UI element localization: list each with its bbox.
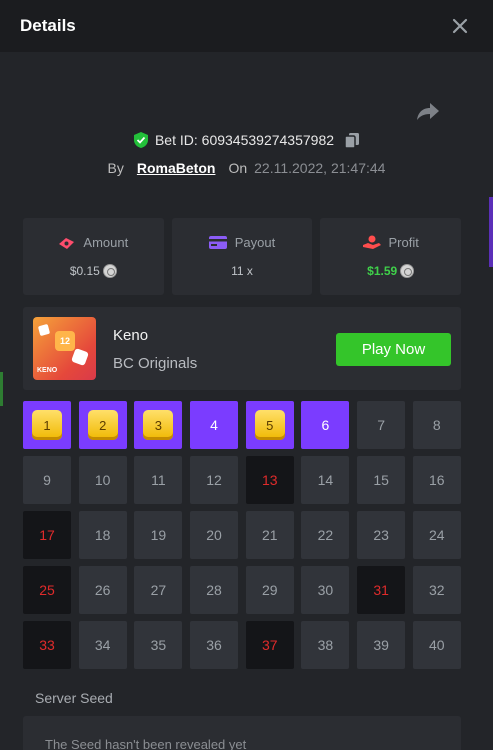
on-label: On <box>228 160 248 176</box>
game-name: Keno <box>113 327 149 344</box>
keno-cell[interactable]: 6 <box>301 401 350 449</box>
keno-cell[interactable]: 2 <box>78 401 127 449</box>
keno-cell[interactable]: 39 <box>357 621 406 669</box>
server-seed-label: Server Seed <box>35 690 113 706</box>
keno-cell[interactable]: 38 <box>301 621 350 669</box>
game-card: 12 KENO Keno BC Originals Play Now <box>23 307 461 390</box>
bet-date: 22.11.2022, 21:47:44 <box>254 160 386 176</box>
bet-stats: Amount $0.15 Payout 11 x Profit $1.59 <box>23 218 462 295</box>
bet-id: Bet ID: 60934539274357982 <box>154 132 335 148</box>
keno-board: 1 2 3 4 5 6 7 8 9 10 11 12 13 14 15 16 17 18 19 20 21 22 23 24 2… <box>23 401 461 669</box>
dice-icon-small <box>37 323 51 337</box>
keno-cell[interactable]: 33 <box>23 621 71 669</box>
card-icon <box>208 236 227 249</box>
keno-cell[interactable]: 19 <box>134 511 183 559</box>
stat-value: 11 x <box>231 264 253 278</box>
keno-cell[interactable]: 20 <box>190 511 239 559</box>
stat-value: $1.59 <box>367 264 398 278</box>
background-edge <box>0 372 3 406</box>
gem-icon: 2 <box>87 410 118 440</box>
keno-cell[interactable]: 23 <box>357 511 406 559</box>
thumb-label: KENO <box>37 367 58 374</box>
bet-meta-row: By RomaBeton On 22.11.2022, 21:47:44 <box>0 160 493 176</box>
modal-header: Details <box>0 0 493 52</box>
dice-icon: 12 <box>55 331 75 351</box>
keno-cell[interactable]: 14 <box>301 456 350 504</box>
stat-label: Amount <box>83 235 129 250</box>
server-seed-field: The Seed hasn't been revealed yet <box>23 716 461 750</box>
gem-icon: 1 <box>32 410 62 440</box>
username-link[interactable]: RomaBeton <box>137 160 216 176</box>
keno-cell[interactable]: 12 <box>190 456 239 504</box>
keno-cell[interactable]: 7 <box>357 401 406 449</box>
stat-label: Profit <box>388 235 419 250</box>
keno-cell[interactable]: 1 <box>23 401 71 449</box>
stat-amount: Amount $0.15 <box>23 218 164 295</box>
keno-cell[interactable]: 40 <box>412 621 461 669</box>
game-provider: BC Originals <box>113 355 198 372</box>
keno-cell[interactable]: 26 <box>78 566 127 614</box>
keno-cell[interactable]: 17 <box>23 511 71 559</box>
background-edge <box>489 197 493 267</box>
gem-icon: 5 <box>254 410 285 440</box>
keno-cell[interactable]: 11 <box>134 456 183 504</box>
stat-value: $0.15 <box>69 264 100 278</box>
gem-icon: 3 <box>143 410 174 440</box>
keno-cell[interactable]: 13 <box>245 456 294 504</box>
keno-cell[interactable]: 35 <box>134 621 183 669</box>
play-now-button[interactable]: Play Now <box>336 333 451 366</box>
keno-cell[interactable]: 32 <box>412 566 461 614</box>
share-icon[interactable] <box>416 101 440 121</box>
keno-thumbnail[interactable]: 12 KENO <box>33 317 96 380</box>
keno-cell[interactable]: 24 <box>412 511 461 559</box>
keno-cell[interactable]: 15 <box>357 456 406 504</box>
keno-cell[interactable]: 8 <box>412 401 461 449</box>
keno-cell[interactable]: 37 <box>245 621 294 669</box>
keno-cell[interactable]: 36 <box>190 621 239 669</box>
coin-icon <box>400 264 415 278</box>
keno-cell[interactable]: 25 <box>23 566 71 614</box>
keno-cell[interactable]: 30 <box>301 566 350 614</box>
modal-title: Details <box>20 16 76 35</box>
by-label: By <box>107 160 124 176</box>
bet-id-row: Bet ID: 60934539274357982 <box>0 131 493 149</box>
hand-coin-icon <box>362 235 381 249</box>
keno-cell[interactable]: 34 <box>78 621 127 669</box>
keno-cell[interactable]: 18 <box>78 511 127 559</box>
shield-check-icon <box>133 132 148 148</box>
copy-icon[interactable] <box>344 132 360 149</box>
keno-cell[interactable]: 28 <box>190 566 239 614</box>
keno-cell[interactable]: 16 <box>412 456 461 504</box>
keno-cell[interactable]: 10 <box>78 456 127 504</box>
close-icon[interactable] <box>449 15 471 37</box>
keno-cell[interactable]: 31 <box>357 566 406 614</box>
coin-icon <box>102 264 117 278</box>
keno-cell[interactable]: 5 <box>245 401 294 449</box>
money-icon <box>59 237 75 249</box>
server-seed-text: The Seed hasn't been revealed yet <box>45 737 247 750</box>
dice-icon-small <box>71 348 89 366</box>
keno-cell[interactable]: 4 <box>190 401 239 449</box>
keno-cell[interactable]: 3 <box>134 401 183 449</box>
stat-profit: Profit $1.59 <box>320 218 462 295</box>
keno-cell[interactable]: 22 <box>301 511 350 559</box>
stat-payout: Payout 11 x <box>171 218 313 295</box>
keno-cell[interactable]: 9 <box>23 456 71 504</box>
keno-cell[interactable]: 21 <box>245 511 294 559</box>
keno-cell[interactable]: 27 <box>134 566 183 614</box>
stat-label: Payout <box>234 235 276 250</box>
bet-details-modal: Details Bet ID: 60934539274357982 By Rom… <box>0 0 493 750</box>
keno-cell[interactable]: 29 <box>245 566 294 614</box>
